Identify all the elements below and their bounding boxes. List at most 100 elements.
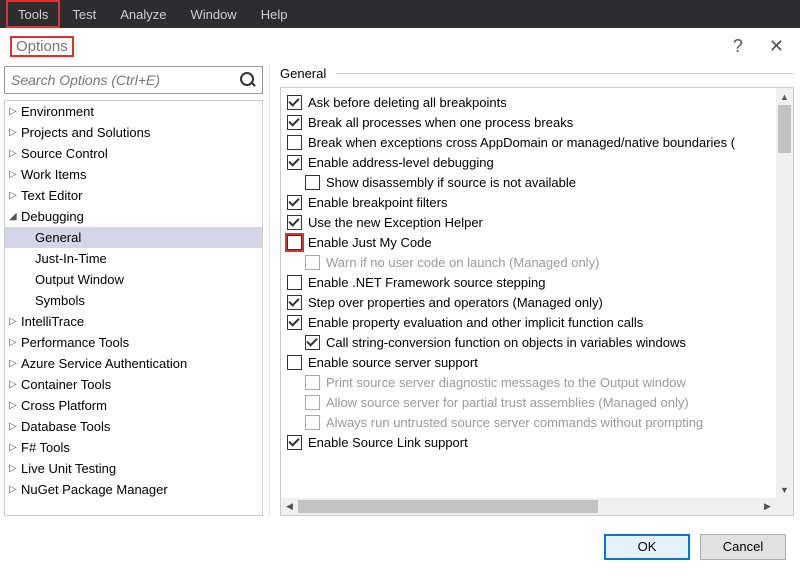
scroll-thumb[interactable] bbox=[778, 105, 791, 153]
option-row[interactable]: Step over properties and operators (Mana… bbox=[287, 292, 776, 312]
option-row: Always run untrusted source server comma… bbox=[287, 412, 776, 432]
option-row[interactable]: Enable address-level debugging bbox=[287, 152, 776, 172]
caret-right-icon[interactable]: ▷ bbox=[9, 463, 19, 474]
tree-node[interactable]: ▷Source Control bbox=[5, 143, 262, 164]
checkbox[interactable] bbox=[287, 235, 302, 250]
option-label: Warn if no user code on launch (Managed … bbox=[326, 255, 599, 270]
option-row[interactable]: Enable source server support bbox=[287, 352, 776, 372]
option-row: Allow source server for partial trust as… bbox=[287, 392, 776, 412]
option-row[interactable]: Enable breakpoint filters bbox=[287, 192, 776, 212]
option-label: Enable Just My Code bbox=[308, 235, 432, 250]
tree-node[interactable]: ▷Text Editor bbox=[5, 185, 262, 206]
menu-analyze[interactable]: Analyze bbox=[108, 0, 178, 28]
caret-right-icon[interactable]: ▷ bbox=[9, 358, 19, 369]
tree-node[interactable]: ▷F# Tools bbox=[5, 437, 262, 458]
option-row[interactable]: Enable .NET Framework source stepping bbox=[287, 272, 776, 292]
close-icon[interactable]: ✕ bbox=[769, 36, 784, 57]
option-row[interactable]: Call string-conversion function on objec… bbox=[287, 332, 776, 352]
caret-right-icon[interactable]: ▷ bbox=[9, 400, 19, 411]
tree-label: General bbox=[35, 230, 81, 245]
checkbox bbox=[305, 255, 320, 270]
left-pane: ▷Environment▷Projects and Solutions▷Sour… bbox=[0, 64, 270, 516]
tree-node[interactable]: Just-In-Time bbox=[5, 248, 262, 269]
tree-node[interactable]: General bbox=[5, 227, 262, 248]
vertical-scrollbar[interactable]: ▲ ▼ bbox=[776, 88, 793, 498]
scroll-down-icon[interactable]: ▼ bbox=[776, 481, 793, 498]
option-row[interactable]: Show disassembly if source is not availa… bbox=[287, 172, 776, 192]
category-tree[interactable]: ▷Environment▷Projects and Solutions▷Sour… bbox=[4, 100, 263, 516]
cancel-button[interactable]: Cancel bbox=[700, 534, 786, 560]
tree-node[interactable]: ◢Debugging bbox=[5, 206, 262, 227]
checkbox[interactable] bbox=[287, 435, 302, 450]
tree-node[interactable]: ▷Container Tools bbox=[5, 374, 262, 395]
tree-node[interactable]: Symbols bbox=[5, 290, 262, 311]
ok-button[interactable]: OK bbox=[604, 534, 690, 560]
option-label: Step over properties and operators (Mana… bbox=[308, 295, 603, 310]
caret-right-icon[interactable]: ▷ bbox=[9, 316, 19, 327]
tree-node[interactable]: ▷IntelliTrace bbox=[5, 311, 262, 332]
tree-node[interactable]: ▷Database Tools bbox=[5, 416, 262, 437]
scroll-thumb[interactable] bbox=[298, 500, 598, 513]
checkbox[interactable] bbox=[287, 315, 302, 330]
caret-right-icon[interactable]: ▷ bbox=[9, 190, 19, 201]
tree-node[interactable]: ▷Projects and Solutions bbox=[5, 122, 262, 143]
checkbox[interactable] bbox=[287, 355, 302, 370]
checkbox[interactable] bbox=[287, 135, 302, 150]
tree-node[interactable]: ▷Performance Tools bbox=[5, 332, 262, 353]
tree-label: NuGet Package Manager bbox=[21, 482, 168, 497]
caret-right-icon[interactable]: ▷ bbox=[9, 148, 19, 159]
checkbox[interactable] bbox=[305, 175, 320, 190]
menu-window[interactable]: Window bbox=[178, 0, 248, 28]
option-row: Warn if no user code on launch (Managed … bbox=[287, 252, 776, 272]
option-label: Enable breakpoint filters bbox=[308, 195, 447, 210]
option-row[interactable]: Ask before deleting all breakpoints bbox=[287, 92, 776, 112]
checkbox[interactable] bbox=[287, 215, 302, 230]
menu-help[interactable]: Help bbox=[249, 0, 300, 28]
option-label: Enable property evaluation and other imp… bbox=[308, 315, 643, 330]
menu-tools[interactable]: Tools bbox=[6, 0, 60, 28]
option-row[interactable]: Enable Just My Code bbox=[287, 232, 776, 252]
caret-right-icon[interactable]: ▷ bbox=[9, 421, 19, 432]
search-icon[interactable] bbox=[238, 70, 258, 90]
checkbox[interactable] bbox=[287, 155, 302, 170]
option-row[interactable]: Enable Source Link support bbox=[287, 432, 776, 452]
tree-node[interactable]: ▷Cross Platform bbox=[5, 395, 262, 416]
tree-node[interactable]: ▷Live Unit Testing bbox=[5, 458, 262, 479]
scroll-corner bbox=[776, 498, 793, 515]
option-row[interactable]: Break when exceptions cross AppDomain or… bbox=[287, 132, 776, 152]
caret-right-icon[interactable]: ▷ bbox=[9, 484, 19, 495]
tree-node[interactable]: ▷NuGet Package Manager bbox=[5, 479, 262, 500]
horizontal-scrollbar[interactable]: ◀ ▶ bbox=[281, 498, 776, 515]
option-label: Break all processes when one process bre… bbox=[308, 115, 573, 130]
scroll-up-icon[interactable]: ▲ bbox=[776, 88, 793, 105]
tree-node[interactable]: Output Window bbox=[5, 269, 262, 290]
caret-right-icon[interactable]: ▷ bbox=[9, 169, 19, 180]
menu-test[interactable]: Test bbox=[60, 0, 108, 28]
search-box[interactable] bbox=[4, 66, 263, 94]
checkbox[interactable] bbox=[287, 195, 302, 210]
tree-label: Symbols bbox=[35, 293, 85, 308]
checkbox[interactable] bbox=[287, 295, 302, 310]
tree-node[interactable]: ▷Azure Service Authentication bbox=[5, 353, 262, 374]
option-row[interactable]: Break all processes when one process bre… bbox=[287, 112, 776, 132]
tree-node[interactable]: ▷Work Items bbox=[5, 164, 262, 185]
checkbox[interactable] bbox=[305, 335, 320, 350]
scroll-right-icon[interactable]: ▶ bbox=[759, 498, 776, 515]
caret-right-icon[interactable]: ▷ bbox=[9, 106, 19, 117]
caret-down-icon[interactable]: ◢ bbox=[9, 211, 19, 222]
scroll-left-icon[interactable]: ◀ bbox=[281, 498, 298, 515]
help-icon[interactable]: ? bbox=[733, 36, 743, 57]
tree-label: Source Control bbox=[21, 146, 108, 161]
caret-right-icon[interactable]: ▷ bbox=[9, 379, 19, 390]
option-row[interactable]: Use the new Exception Helper bbox=[287, 212, 776, 232]
checkbox[interactable] bbox=[287, 275, 302, 290]
checkbox[interactable] bbox=[287, 115, 302, 130]
tree-node[interactable]: ▷Environment bbox=[5, 101, 262, 122]
tree-label: Cross Platform bbox=[21, 398, 107, 413]
option-row[interactable]: Enable property evaluation and other imp… bbox=[287, 312, 776, 332]
caret-right-icon[interactable]: ▷ bbox=[9, 127, 19, 138]
caret-right-icon[interactable]: ▷ bbox=[9, 442, 19, 453]
checkbox[interactable] bbox=[287, 95, 302, 110]
search-input[interactable] bbox=[5, 72, 238, 88]
caret-right-icon[interactable]: ▷ bbox=[9, 337, 19, 348]
